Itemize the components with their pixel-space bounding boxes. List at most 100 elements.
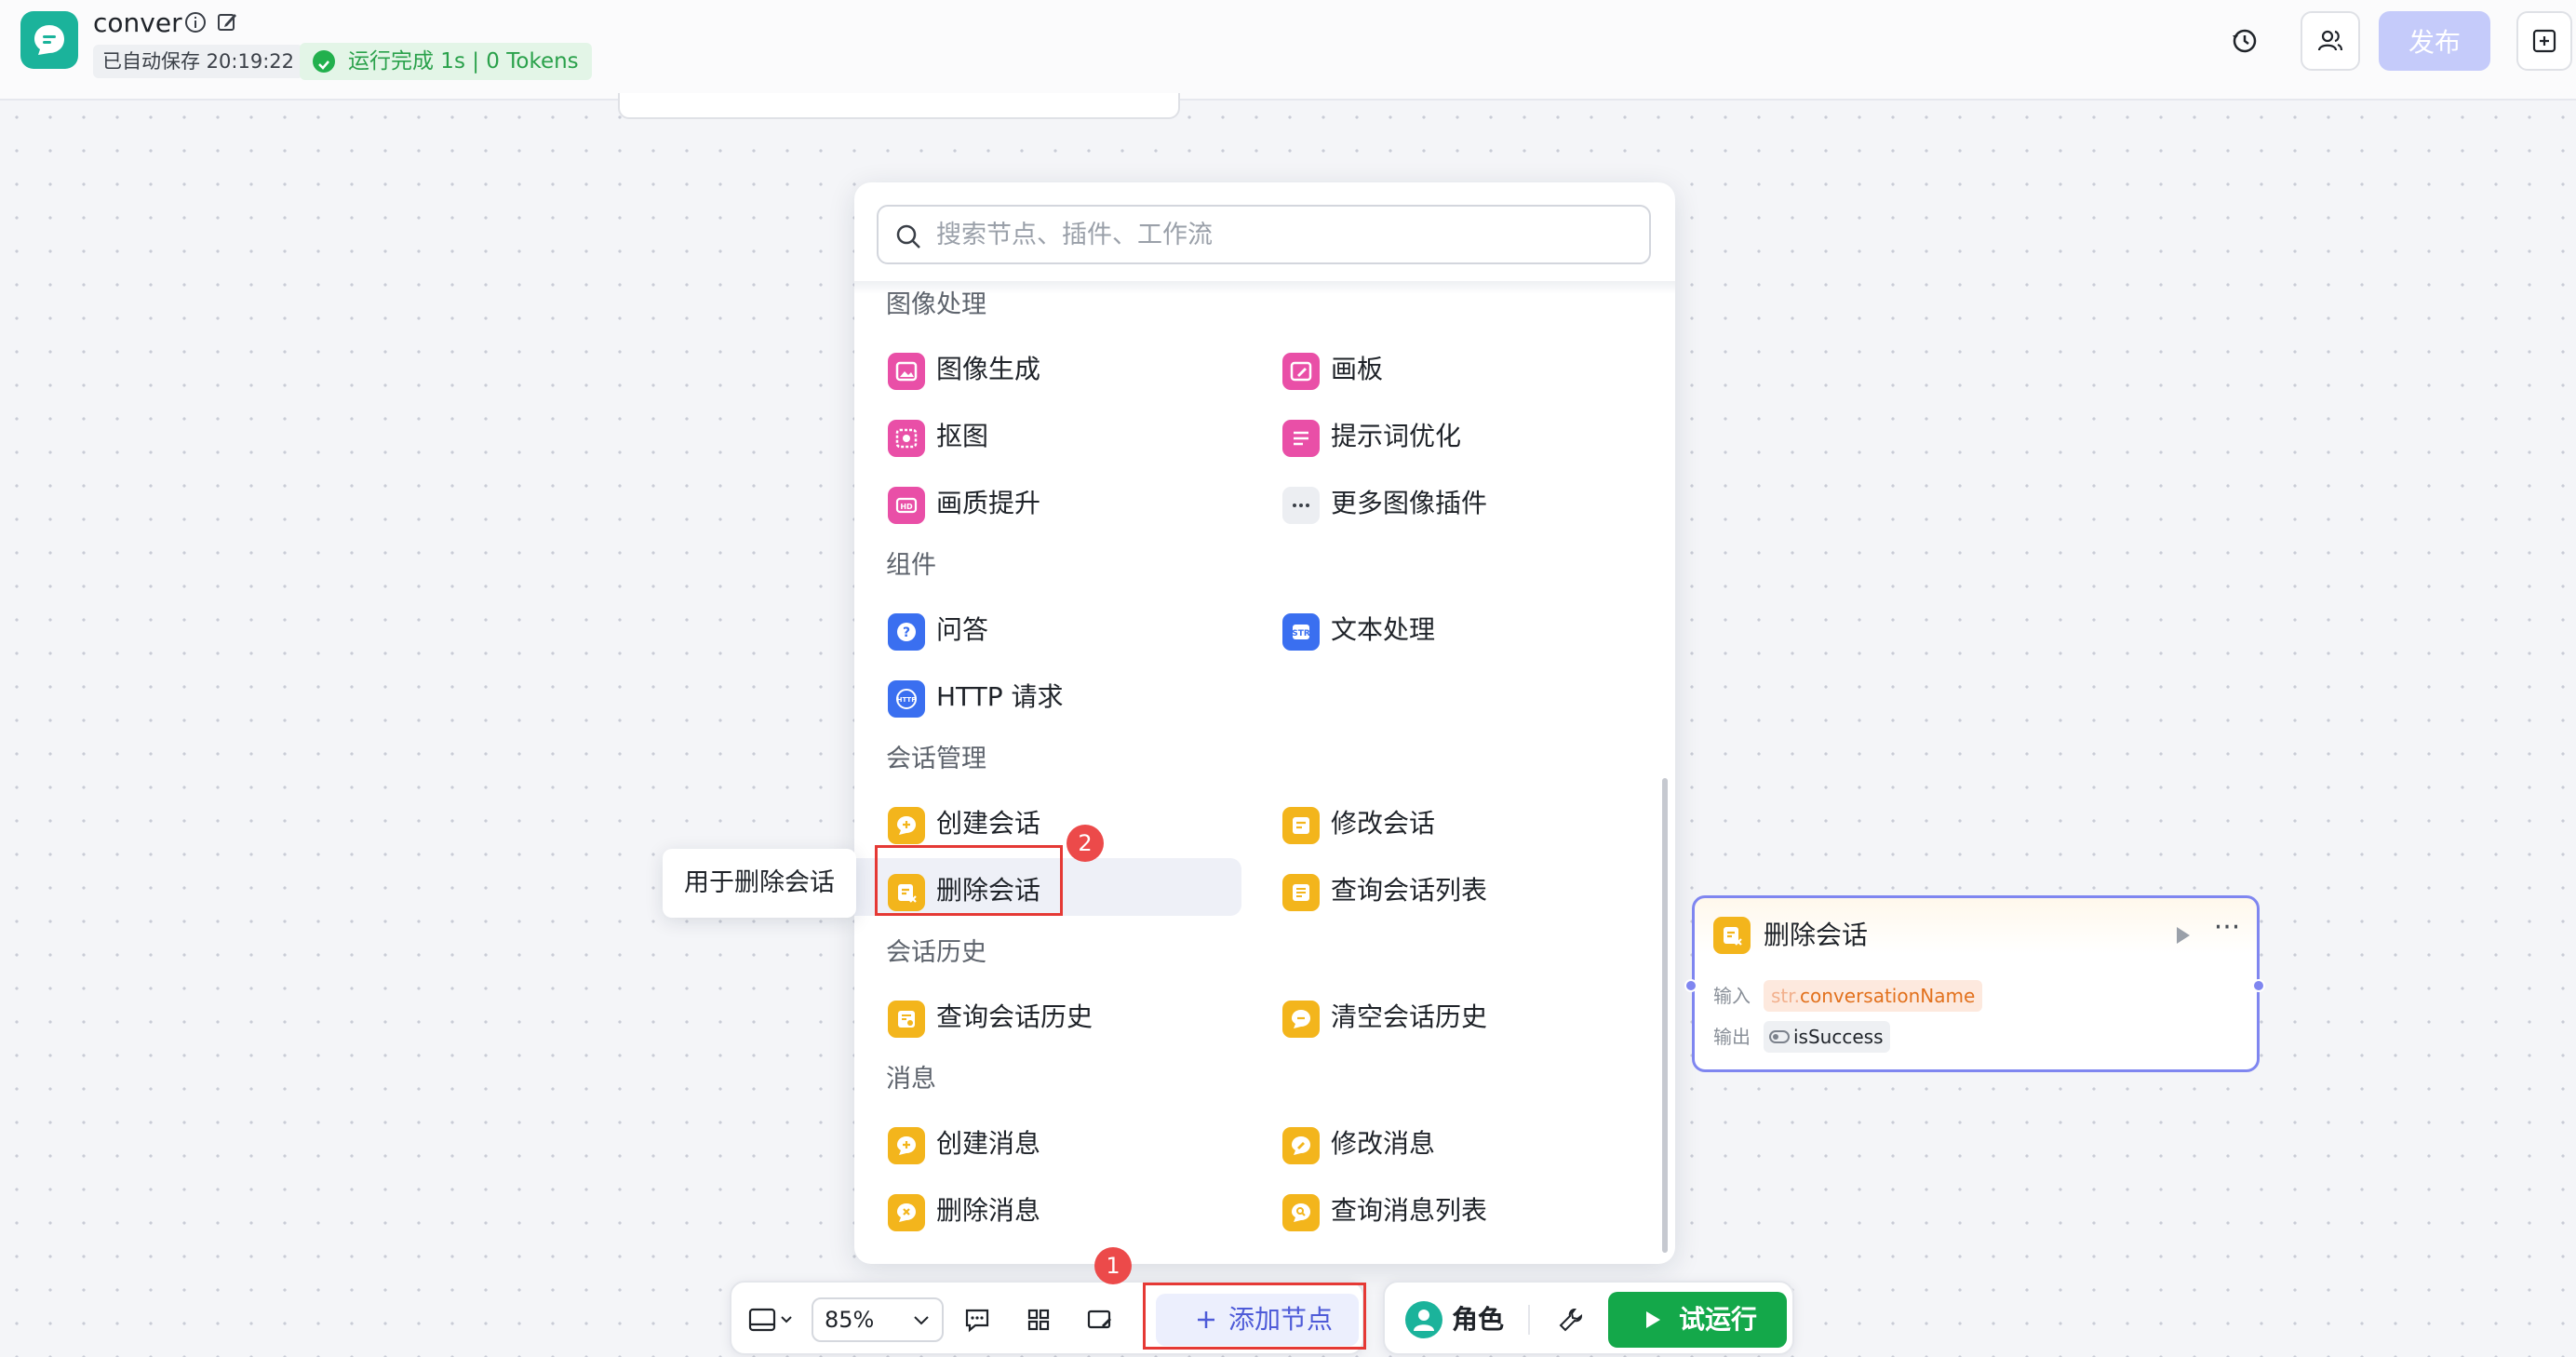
grid-layout-icon xyxy=(1027,1309,1050,1331)
node-item-label: 删除消息 xyxy=(936,1195,1041,1226)
users-icon xyxy=(2317,30,2343,51)
play-icon[interactable] xyxy=(2169,922,2195,948)
test-run-label: 试运行 xyxy=(1679,1304,1758,1335)
node-item-clear-history[interactable]: 清空会话历史 xyxy=(1249,985,1621,1042)
info-icon[interactable] xyxy=(182,9,208,35)
node-item-delete-message[interactable]: 删除消息 xyxy=(854,1178,1227,1236)
play-icon xyxy=(1646,1311,1660,1328)
output-param-tag: isSuccess xyxy=(1764,1021,1891,1053)
search-box[interactable] xyxy=(877,205,1651,264)
node-item-http-request[interactable]: HTTP HTTP 请求 xyxy=(854,665,1227,722)
node-item-label: 图像生成 xyxy=(936,354,1041,384)
more-options-icon[interactable]: ··· xyxy=(2208,914,2246,950)
node-item-upscale[interactable]: HD 画质提升 xyxy=(854,471,1227,529)
run-status-text: 运行完成 1s | 0 Tokens xyxy=(348,49,579,74)
node-item-create-conversation[interactable]: 创建会话 xyxy=(854,791,1227,849)
edit-icon[interactable] xyxy=(214,9,240,35)
panel-scrollbar[interactable] xyxy=(1662,778,1668,1253)
add-node-label: 添加节点 xyxy=(1228,1304,1334,1335)
run-status-badge[interactable]: 运行完成 1s | 0 Tokens xyxy=(300,43,592,80)
input-param-tag: str.conversationName xyxy=(1764,980,1983,1012)
node-item-label: 修改会话 xyxy=(1331,808,1436,839)
search-input[interactable] xyxy=(936,214,1625,255)
node-item-qa[interactable]: ? 问答 xyxy=(854,598,1227,655)
toolbar-divider xyxy=(1528,1305,1530,1335)
canvas-node-partial[interactable] xyxy=(618,93,1180,119)
node-item-image-generation[interactable]: 图像生成 xyxy=(854,337,1227,395)
node-item-create-message[interactable]: 创建消息 xyxy=(854,1111,1227,1169)
debug-tools-button[interactable] xyxy=(1550,1299,1591,1340)
svg-text:?: ? xyxy=(903,625,910,640)
node-item-label: 提示词优化 xyxy=(1331,421,1462,451)
node-item-label: 更多图像插件 xyxy=(1331,488,1488,518)
svg-text:HD: HD xyxy=(900,503,913,511)
node-item-label: 创建消息 xyxy=(936,1128,1041,1159)
add-node-button[interactable]: 添加节点 xyxy=(1156,1294,1359,1346)
output-port[interactable] xyxy=(2252,979,2265,992)
node-item-matting[interactable]: 抠图 xyxy=(854,404,1227,462)
new-window-button[interactable] xyxy=(2516,11,2572,71)
app-title: conver xyxy=(93,7,182,38)
input-port[interactable] xyxy=(1684,979,1697,992)
node-item-text-processing[interactable]: STR 文本处理 xyxy=(1249,598,1621,655)
node-item-more-image-plugins[interactable]: 更多图像插件 xyxy=(1249,471,1621,529)
comment-button[interactable] xyxy=(957,1299,998,1340)
step-marker-2: 2 xyxy=(1067,825,1104,862)
optimize-layout-button[interactable] xyxy=(1080,1299,1120,1340)
section-title-history: 会话历史 xyxy=(886,938,986,967)
canvas-toolbar: 85% 添加节点 xyxy=(730,1281,1364,1355)
collaborators-button[interactable] xyxy=(2301,11,2360,71)
node-item-update-message[interactable]: 修改消息 xyxy=(1249,1111,1621,1169)
role-avatar[interactable] xyxy=(1405,1301,1442,1338)
create-message-icon xyxy=(888,1127,925,1164)
node-item-query-history[interactable]: 查询会话历史 xyxy=(854,985,1227,1042)
autosave-status: 已自动保存 20:19:22 xyxy=(93,45,303,78)
chevron-down-icon xyxy=(914,1316,929,1325)
delete-conversation-icon xyxy=(1713,917,1751,954)
edit-conversation-icon xyxy=(1282,807,1320,844)
edit-message-icon xyxy=(1282,1127,1320,1164)
node-item-delete-conversation[interactable]: 删除会话 xyxy=(854,858,1241,916)
node-item-update-conversation[interactable]: 修改会话 xyxy=(1249,791,1621,849)
wrench-icon xyxy=(1559,1308,1583,1332)
section-title-message: 消息 xyxy=(886,1065,936,1094)
node-item-list-conversations[interactable]: 查询会话列表 xyxy=(1249,858,1621,916)
layout-button[interactable] xyxy=(1018,1299,1059,1340)
clear-history-icon xyxy=(1282,1001,1320,1038)
zoom-select[interactable]: 85% xyxy=(812,1297,944,1342)
hd-icon: HD xyxy=(888,487,925,524)
node-item-label: 查询会话历史 xyxy=(936,1001,1093,1032)
node-item-label: 修改消息 xyxy=(1331,1128,1436,1159)
text-processing-icon: STR xyxy=(1282,613,1320,651)
node-item-prompt-optimize[interactable]: 提示词优化 xyxy=(1249,404,1621,462)
app-logo-icon xyxy=(20,11,78,69)
node-item-label: 删除会话 xyxy=(936,875,1041,906)
node-item-canvas[interactable]: 画板 xyxy=(1249,337,1621,395)
node-item-label: 抠图 xyxy=(936,421,989,451)
http-icon: HTTP xyxy=(888,680,925,718)
svg-text:STR: STR xyxy=(1292,629,1310,638)
comment-icon xyxy=(965,1309,989,1333)
section-title-conversation: 会话管理 xyxy=(886,745,986,773)
input-label: 输入 xyxy=(1713,985,1751,1007)
node-item-label: 文本处理 xyxy=(1331,614,1436,645)
test-run-button[interactable]: 试运行 xyxy=(1608,1292,1787,1348)
canvas-board-icon xyxy=(1282,353,1320,390)
question-icon: ? xyxy=(888,613,925,651)
success-check-icon xyxy=(313,50,335,73)
run-toolbar: 角色 试运行 xyxy=(1383,1281,1794,1355)
role-label[interactable]: 角色 xyxy=(1452,1301,1504,1338)
step-marker-1: 1 xyxy=(1094,1247,1132,1284)
publish-button[interactable]: 发布 xyxy=(2379,11,2490,71)
image-generation-icon xyxy=(888,353,925,390)
node-title: 删除会话 xyxy=(1764,920,1869,950)
list-conversation-icon xyxy=(1282,874,1320,911)
create-conversation-icon xyxy=(888,807,925,844)
screen-edit-icon xyxy=(1087,1310,1111,1329)
minimap-toggle-button[interactable] xyxy=(745,1299,800,1340)
node-item-list-messages[interactable]: 查询消息列表 xyxy=(1249,1178,1621,1236)
output-label: 输出 xyxy=(1713,1026,1751,1048)
history-button[interactable] xyxy=(2215,11,2274,71)
canvas-node-delete-conversation[interactable]: 删除会话 ··· 输入 str.conversationName 输出 isSu… xyxy=(1692,895,2260,1072)
node-item-label: 问答 xyxy=(936,614,989,645)
